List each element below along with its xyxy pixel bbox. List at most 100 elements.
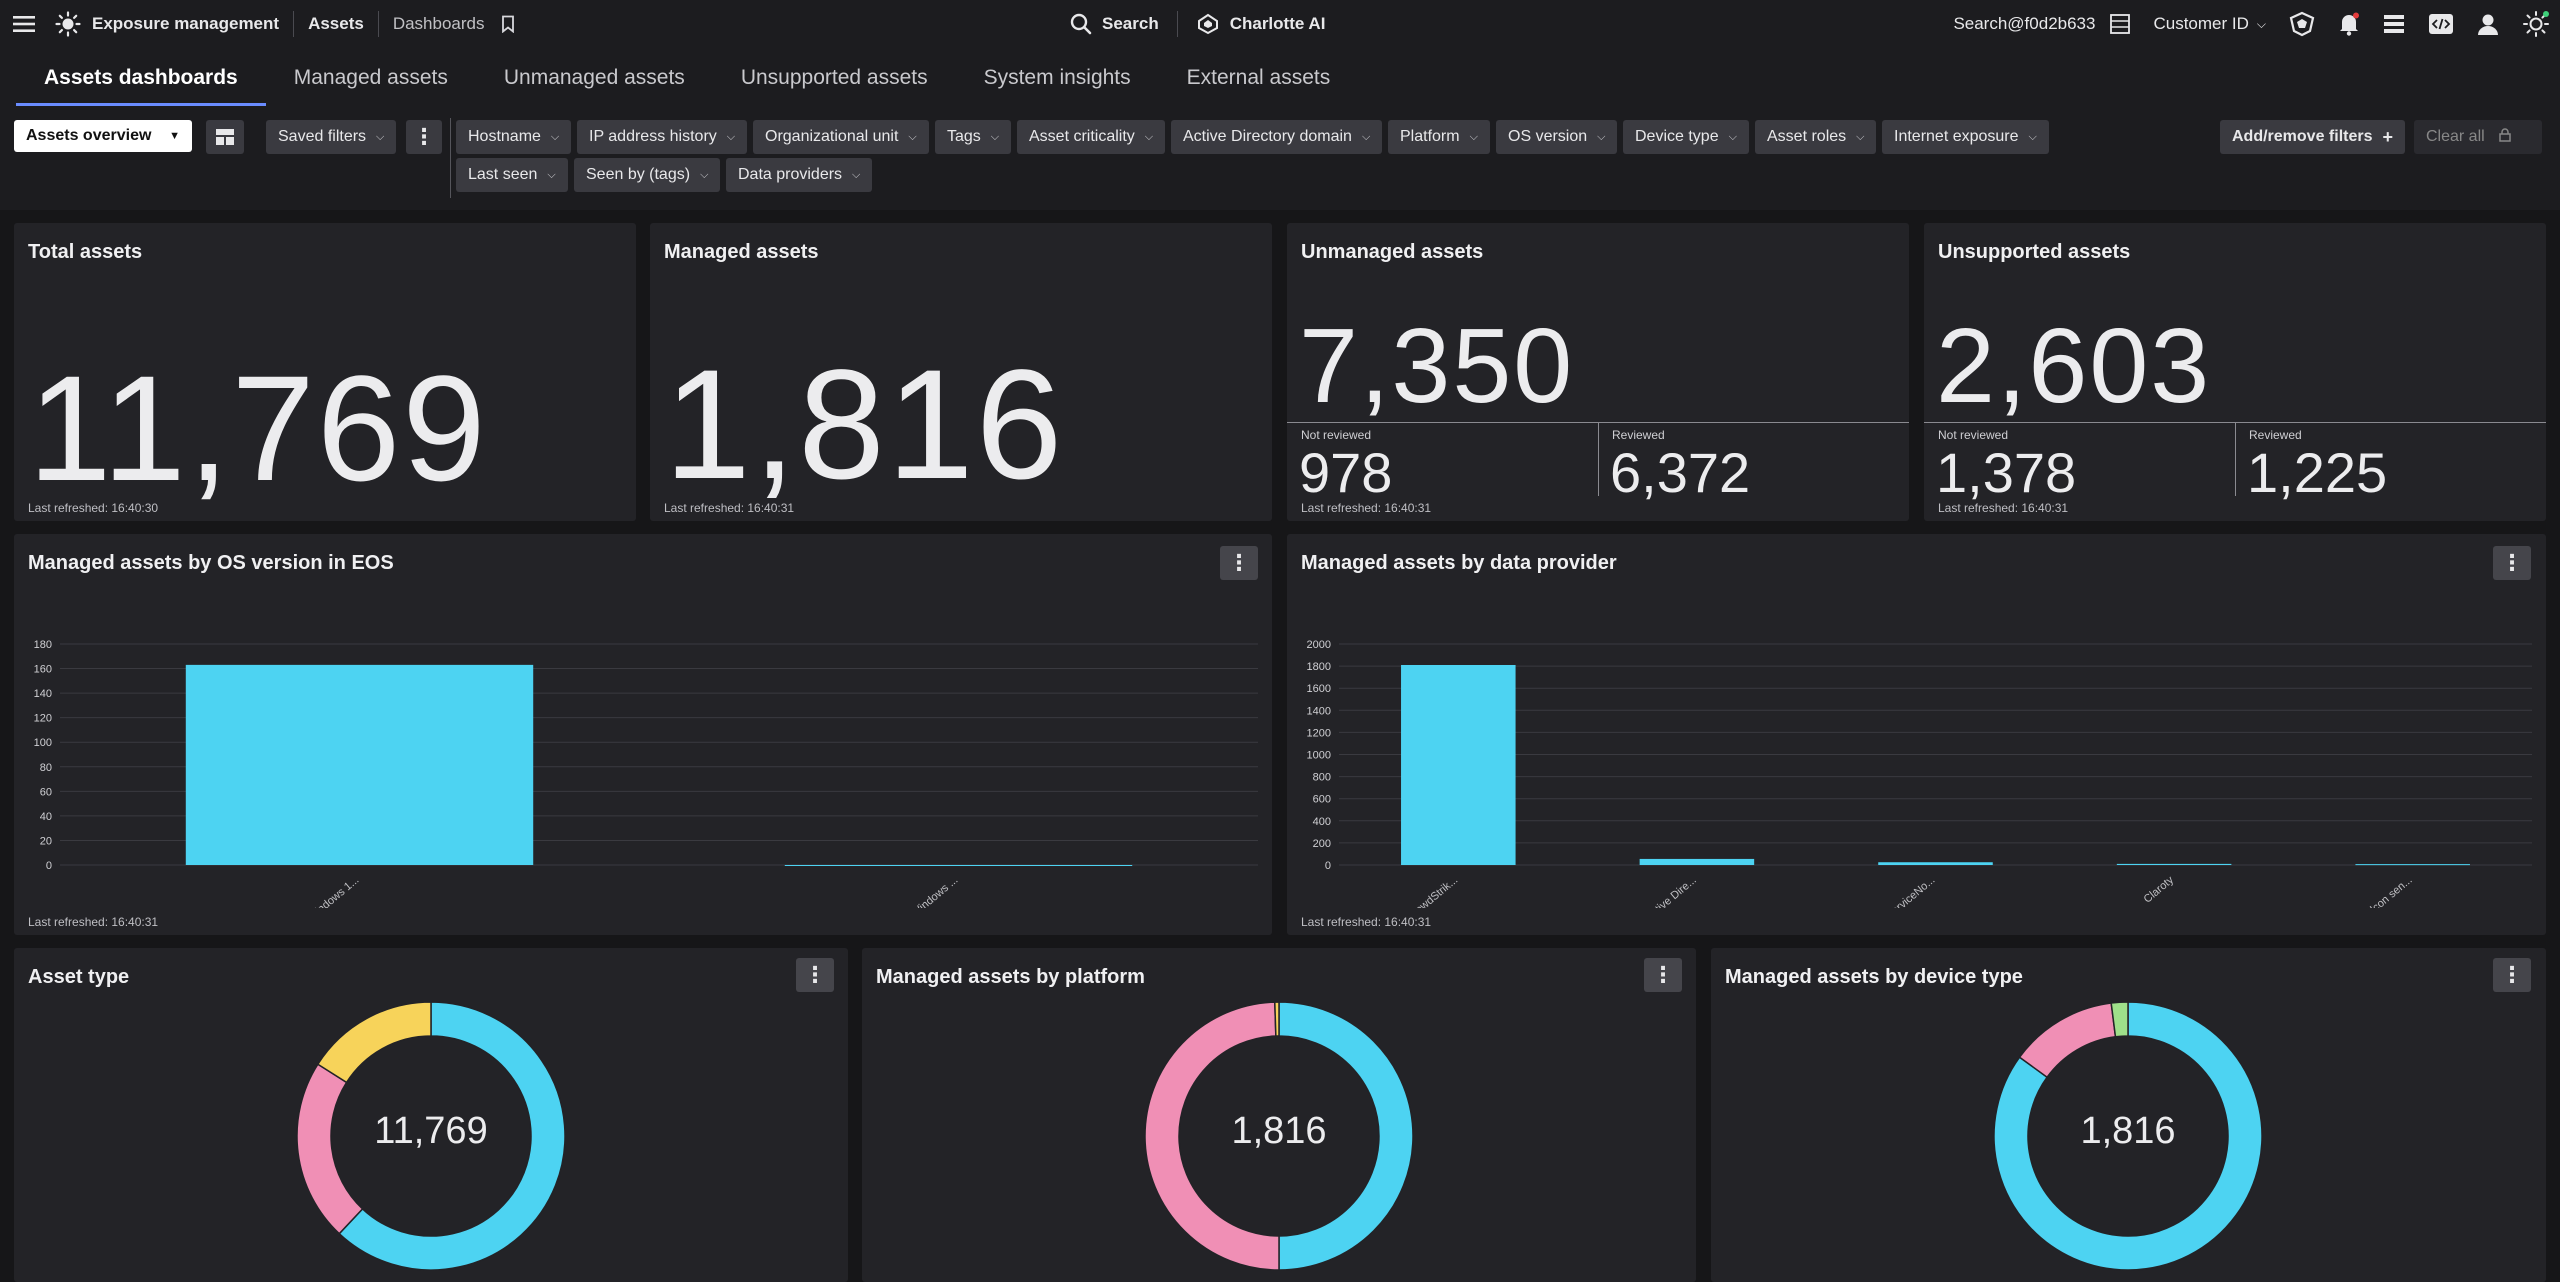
plus-icon: + (2382, 126, 2393, 147)
divider (293, 11, 295, 37)
y-tick-label: 2000 (1307, 639, 1331, 651)
chevron-down-icon: ⌵ (547, 168, 556, 181)
y-tick-label: 1400 (1307, 705, 1331, 717)
reviewed-label: Reviewed (2249, 428, 2302, 442)
y-tick-label: 1600 (1307, 683, 1331, 695)
tab-assets-dashboards[interactable]: Assets dashboards (16, 66, 266, 106)
saved-filters-dropdown[interactable]: Saved filters ⌵ (266, 120, 397, 154)
managed-assets-card[interactable]: Managed assets 1,816 Last refreshed: 16:… (650, 223, 1272, 521)
kebab-icon: ⋮ (2501, 550, 2523, 575)
filter-chip-platform[interactable]: Platform ⌵ (1388, 120, 1490, 154)
managed-assets-value: 1,816 (664, 338, 1065, 512)
chevron-down-icon: ⌵ (700, 168, 709, 181)
tab-unsupported-assets[interactable]: Unsupported assets (713, 66, 956, 106)
charlotte-ai-icon[interactable] (1196, 13, 1220, 35)
unmanaged-assets-value: 7,350 (1299, 307, 1575, 425)
tab-external-assets[interactable]: External assets (1159, 66, 1359, 106)
last-refreshed: Last refreshed: 16:40:31 (664, 501, 795, 515)
filter-chip-last-seen[interactable]: Last seen ⌵ (456, 158, 568, 192)
chevron-down-icon: ⌵ (2028, 130, 2037, 143)
y-tick-label: 80 (40, 762, 52, 774)
unsupported-assets-value: 2,603 (1936, 307, 2212, 425)
filter-chip-hostname[interactable]: Hostname ⌵ (456, 120, 572, 154)
y-tick-label: 160 (34, 664, 52, 676)
y-tick-label: 400 (1313, 816, 1331, 828)
donut-center-value: 11,769 (374, 1110, 488, 1152)
filter-chip-asset-criticality[interactable]: Asset criticality ⌵ (1017, 120, 1166, 154)
not-reviewed-label: Not reviewed (1301, 428, 1372, 442)
donut-slice (2018, 1002, 2117, 1079)
breadcrumb-dashboards: Dashboards (392, 14, 485, 33)
unmanaged-assets-card[interactable]: Unmanaged assets 7,350 Not reviewed 978 … (1287, 223, 1909, 521)
filter-chip-asset-roles[interactable]: Asset roles ⌵ (1755, 120, 1877, 154)
divider (1598, 422, 1599, 496)
filter-chip-organizational-unit[interactable]: Organizational unit ⌵ (753, 120, 929, 154)
dashboard-tabs: Assets dashboards Managed assets Unmanag… (0, 48, 2560, 106)
last-refreshed: Last refreshed: 16:40:31 (1938, 501, 2069, 515)
chevron-down-icon: ▼ (169, 130, 180, 142)
divider (377, 11, 379, 37)
layout-toggle-button[interactable] (206, 120, 244, 154)
total-assets-card[interactable]: Total assets 11,769 Last refreshed: 16:4… (14, 223, 636, 521)
y-tick-label: 140 (34, 688, 52, 700)
chevron-down-icon: ⌵ (726, 130, 736, 143)
shield-icon[interactable] (2288, 11, 2316, 37)
view-select[interactable]: Assets overview ▼ (14, 120, 192, 152)
add-remove-filters-button[interactable]: Add/remove filters + (2220, 120, 2405, 154)
chevron-down-icon: ⌵ (376, 130, 385, 143)
app-name[interactable]: Exposure management (92, 14, 279, 34)
card-title: Managed assets by data provider (1301, 552, 1617, 574)
unsupported-assets-card[interactable]: Unsupported assets 2,603 Not reviewed 1,… (1924, 223, 2546, 521)
y-tick-label: 1200 (1307, 727, 1331, 739)
top-bar: Exposure management Assets Dashboards Se… (0, 0, 2560, 48)
filter-chip-data-providers[interactable]: Data providers ⌵ (726, 158, 873, 192)
chevron-down-icon: ⌵ (1469, 130, 1478, 143)
chevron-down-icon: ⌵ (1144, 130, 1154, 143)
bookmark-icon[interactable] (501, 15, 515, 33)
y-tick-label: 60 (40, 786, 52, 798)
table-icon[interactable] (2109, 13, 2131, 35)
card-title: Managed assets (664, 241, 819, 263)
notification-bell-icon[interactable] (2338, 12, 2360, 36)
bar (1639, 858, 1755, 865)
customer-id-dropdown[interactable]: Customer ID ⌵ (2153, 14, 2266, 34)
tab-system-insights[interactable]: System insights (956, 66, 1159, 106)
tab-managed-assets[interactable]: Managed assets (266, 66, 476, 106)
filter-chip-device-type[interactable]: Device type ⌵ (1623, 120, 1749, 154)
asset-type-card: Asset type ⋮ 11,769 (14, 948, 848, 1282)
y-tick-label: 1000 (1307, 750, 1331, 762)
filter-chip-active-directory-domain[interactable]: Active Directory domain ⌵ (1171, 120, 1383, 154)
card-title: Managed assets by OS version in EOS (28, 552, 394, 574)
tab-unmanaged-assets[interactable]: Unmanaged assets (476, 66, 713, 106)
x-tick-label: Active Dire... (1643, 874, 1698, 908)
filter-chip-internet-exposure[interactable]: Internet exposure ⌵ (1882, 120, 2049, 154)
card-menu-button[interactable]: ⋮ (2493, 546, 2531, 580)
user-avatar-icon[interactable] (2476, 12, 2500, 36)
filter-chip-seen-by-tags[interactable]: Seen by (tags) ⌵ (574, 158, 721, 192)
stack-icon[interactable] (2382, 13, 2406, 35)
hamburger-menu-icon[interactable] (10, 10, 38, 38)
user-search-label[interactable]: Search@f0d2b633 (1953, 14, 2095, 34)
code-icon[interactable] (2428, 13, 2454, 35)
search-icon[interactable] (1070, 13, 1092, 35)
filter-options-button[interactable]: ⋮ (406, 120, 442, 154)
last-refreshed: Last refreshed: 16:40:30 (28, 501, 159, 515)
bar (2355, 864, 2470, 866)
card-menu-button[interactable]: ⋮ (1220, 546, 1258, 580)
filter-chip-os-version[interactable]: OS version ⌵ (1496, 120, 1618, 154)
layout-grid-icon (216, 129, 234, 145)
chevron-down-icon: ⌵ (550, 130, 560, 143)
x-tick-label: Windows ... (909, 874, 960, 908)
search-button[interactable]: Search (1102, 14, 1159, 34)
card-title: Unmanaged assets (1301, 241, 1484, 263)
chevron-down-icon: ⌵ (1361, 130, 1371, 143)
clear-all-button[interactable]: Clear all (2414, 120, 2542, 154)
filter-chip-ip-address-history[interactable]: IP address history ⌵ (577, 120, 748, 154)
filter-chip-tags[interactable]: Tags ⌵ (935, 120, 1012, 154)
y-tick-label: 20 (40, 835, 52, 847)
x-tick-label: Claroty (2142, 874, 2177, 906)
theme-sun-icon[interactable] (2522, 10, 2550, 38)
donut-slice (316, 1001, 432, 1084)
breadcrumb-assets[interactable]: Assets (308, 14, 364, 34)
charlotte-ai-button[interactable]: Charlotte AI (1230, 14, 1326, 34)
